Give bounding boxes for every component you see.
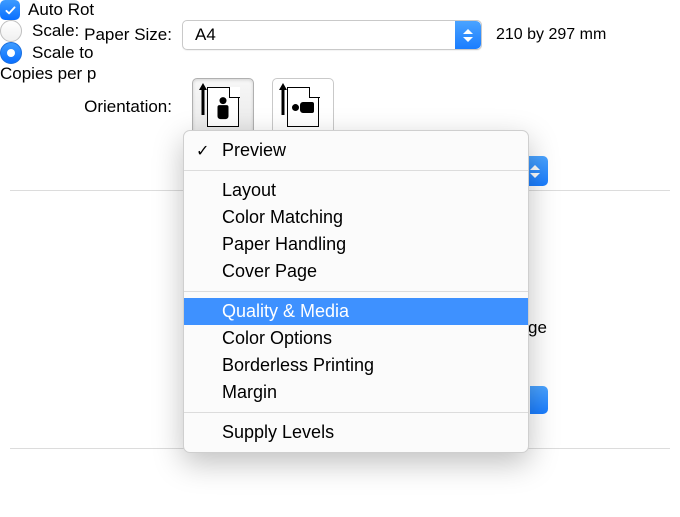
menu-item-supply-levels[interactable]: Supply Levels (184, 419, 528, 446)
auto-rotate-row: Auto Rot (0, 0, 680, 20)
menu-item-label: Quality & Media (222, 301, 349, 321)
orientation-label: Orientation: (0, 97, 182, 117)
menu-item-margin[interactable]: Margin (184, 379, 528, 406)
stepper-icon (455, 21, 481, 49)
menu-separator (184, 412, 528, 413)
page-icon (287, 87, 319, 127)
menu-separator (184, 291, 528, 292)
paper-dimensions: 210 by 297 mm (496, 26, 606, 44)
person-landscape-icon (292, 102, 314, 113)
menu-item-label: Preview (222, 140, 286, 160)
menu-item-label: Supply Levels (222, 422, 334, 442)
menu-item-label: Cover Page (222, 261, 317, 281)
paper-size-row: Paper Size: A4 210 by 297 mm (0, 20, 680, 50)
orientation-row: Orientation: (0, 78, 334, 136)
menu-item-label: Margin (222, 382, 277, 402)
menu-item-paper-handling[interactable]: Paper Handling (184, 231, 528, 258)
menu-item-label: Borderless Printing (222, 355, 374, 375)
copies-stepper[interactable] (530, 386, 548, 414)
paper-size-select[interactable]: A4 (182, 20, 482, 50)
menu-item-label: Layout (222, 180, 276, 200)
menu-item-cover-page[interactable]: Cover Page (184, 258, 528, 285)
menu-item-label: Paper Handling (222, 234, 346, 254)
paper-size-value: A4 (195, 25, 216, 45)
menu-separator (184, 170, 528, 171)
orientation-portrait-button[interactable] (192, 78, 254, 136)
checkmark-icon (4, 4, 17, 17)
options-popup-menu[interactable]: ✓ Preview Layout Color Matching Paper Ha… (183, 130, 529, 453)
auto-rotate-label: Auto Rot (28, 0, 94, 20)
checkmark-icon: ✓ (196, 141, 209, 161)
menu-item-label: Color Options (222, 328, 332, 348)
page-icon (207, 87, 239, 127)
menu-item-quality-media[interactable]: Quality & Media (184, 298, 528, 325)
auto-rotate-checkbox[interactable] (0, 0, 20, 20)
menu-item-preview[interactable]: ✓ Preview (184, 137, 528, 164)
menu-item-borderless-printing[interactable]: Borderless Printing (184, 352, 528, 379)
menu-item-layout[interactable]: Layout (184, 177, 528, 204)
scale-to-fit-trailing: ge (528, 318, 547, 338)
person-portrait-icon (218, 97, 229, 119)
menu-item-color-matching[interactable]: Color Matching (184, 204, 528, 231)
menu-item-color-options[interactable]: Color Options (184, 325, 528, 352)
menu-item-label: Color Matching (222, 207, 343, 227)
paper-size-label: Paper Size: (0, 25, 182, 45)
orientation-landscape-button[interactable] (272, 78, 334, 136)
